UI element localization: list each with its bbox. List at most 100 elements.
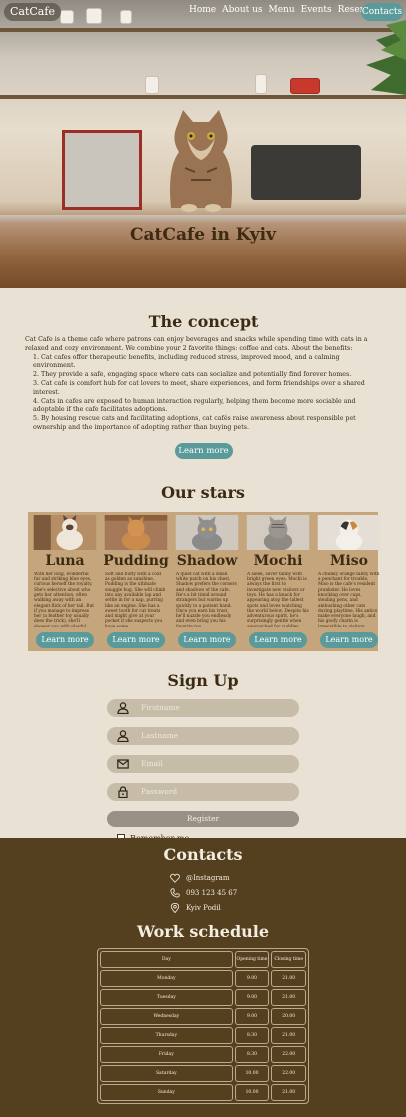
cat-photo-shadow [175, 514, 239, 550]
opening-cell: 10.00 [234, 1084, 270, 1101]
table-row: Friday 8.30 22.00 [100, 1046, 307, 1063]
nav-link-about-us[interactable]: About us [222, 5, 262, 15]
contact-instagram[interactable]: @Instagram [170, 870, 250, 885]
firstname-placeholder: Firstname [141, 702, 180, 712]
cat-card-miso: Miso A chunky orange tabby with a pencha… [316, 514, 382, 648]
cat-card-pudding: Pudding Soft and fluffy with a coat as g… [103, 514, 169, 648]
closing-cell: 21.00 [271, 1027, 307, 1044]
benefits-list: 1. Cat cafes offer therapeutic benefits,… [25, 354, 382, 433]
day-cell: Monday [100, 970, 233, 987]
table-row: Wednesday 9.00 20.00 [100, 1008, 307, 1025]
cat-description: Soft and fluffy with a coat as golden as… [105, 571, 166, 627]
cat-learn-more-button[interactable]: Learn more [320, 631, 378, 648]
stars-title: Our stars [161, 482, 245, 502]
cat-name: Pudding [103, 552, 169, 569]
top-navigation: CatCafe Home About us Menu Events Reserv… [0, 0, 406, 24]
signup-section: Sign Up Firstname Lastname Email Passwor… [0, 671, 406, 843]
password-field[interactable]: Password [107, 782, 299, 801]
coffee-machine-decoration [251, 145, 361, 200]
schedule-title: Work schedule [136, 922, 270, 941]
stars-section: Our stars Luna With her long, wonderful … [0, 483, 406, 651]
day-cell: Saturday [100, 1065, 233, 1082]
header-opening: Opening time [234, 951, 270, 968]
oven-decoration [62, 130, 142, 210]
user-icon [117, 702, 129, 714]
cat-name: Shadow [176, 552, 238, 569]
phone-icon [170, 887, 180, 898]
closing-cell: 22.00 [271, 1046, 307, 1063]
hero-title: CatCafe in Kyiv [130, 225, 276, 245]
cup-decoration [255, 74, 267, 94]
closing-cell: 22.00 [271, 1065, 307, 1082]
cat-description: With her long, wonderful fur and strikin… [34, 571, 94, 627]
cat-description: A quiet cat with a small white patch on … [176, 571, 237, 627]
contact-location[interactable]: Kyiv Podil [170, 900, 250, 915]
logo[interactable]: CatCafe [4, 3, 61, 21]
cat-photo-luna [33, 514, 97, 550]
list-item: 4. Cats in cafes are exposed to human in… [33, 397, 356, 414]
cat-cards: Luna With her long, wonderful fur and st… [28, 511, 381, 651]
concept-learn-more-button[interactable]: Learn more [174, 442, 233, 459]
table-row: Tuesday 9.00 21.00 [100, 989, 307, 1006]
cat-photo [170, 110, 232, 212]
header-day: Day [100, 951, 233, 968]
opening-cell: 9.00 [234, 989, 270, 1006]
cat-name: Miso [329, 552, 369, 569]
lastname-field[interactable]: Lastname [107, 726, 299, 745]
table-header-row: Day Opening time Closing time [100, 951, 307, 968]
closing-cell: 21.00 [271, 1084, 307, 1101]
list-item: 2. They provide a safe, engaging space w… [33, 371, 352, 379]
location-icon [170, 902, 180, 913]
closing-cell: 20.00 [271, 1008, 307, 1025]
cat-card-luna: Luna With her long, wonderful fur and st… [32, 514, 98, 648]
closing-cell: 21.00 [271, 989, 307, 1006]
cat-learn-more-button[interactable]: Learn more [36, 631, 94, 648]
contacts-section: Contacts @Instagram 093 123 45 67 Kyiv P… [0, 838, 406, 1117]
cat-card-mochi: Mochi A sleek, silver tabby with bright … [245, 514, 311, 648]
nav-link-home[interactable]: Home [189, 5, 216, 15]
list-item: 5. By housing rescue cats and facilitati… [33, 415, 356, 431]
firstname-field[interactable]: Firstname [107, 698, 299, 717]
concept-intro: Cat Cafe is a theme cafe where patrons c… [25, 336, 368, 352]
day-cell: Sunday [100, 1084, 233, 1101]
red-box-decoration [290, 78, 320, 94]
schedule-table: Day Opening time Closing time Monday 9.0… [97, 948, 309, 1104]
list-item: 3. Cat cafe is comfort hub for cat lover… [33, 379, 365, 396]
concept-title: The concept [148, 312, 259, 331]
plant-decoration [366, 20, 406, 95]
user-icon [117, 730, 129, 742]
table-row: Monday 9.00 21.00 [100, 970, 307, 987]
cat-card-shadow: Shadow A quiet cat with a small white pa… [174, 514, 240, 648]
cat-photo-miso [317, 514, 381, 550]
list-item: 1. Cat cafes offer therapeutic benefits,… [33, 353, 340, 370]
email-field[interactable]: Email [107, 754, 299, 773]
email-placeholder: Email [141, 758, 163, 768]
closing-cell: 21.00 [271, 970, 307, 987]
heart-icon [170, 873, 180, 883]
day-cell: Wednesday [100, 1008, 233, 1025]
contact-phone[interactable]: 093 123 45 67 [170, 885, 250, 900]
contacts-button[interactable]: Contacts [361, 3, 403, 21]
nav-link-menu[interactable]: Menu [269, 5, 295, 15]
opening-cell: 9.00 [234, 970, 270, 987]
cat-learn-more-button[interactable]: Learn more [107, 631, 165, 648]
register-button[interactable]: Register [107, 810, 299, 827]
table-row: Thursday 8.30 21.00 [100, 1027, 307, 1044]
mail-icon [117, 759, 129, 769]
cat-description: A sleek, silver tabby with bright green … [247, 571, 309, 627]
lock-icon [118, 786, 128, 798]
contact-location-text: Kyiv Podil [186, 903, 221, 912]
opening-cell: 10.00 [234, 1065, 270, 1082]
table-row: Saturday 10.00 22.00 [100, 1065, 307, 1082]
header-closing: Closing time [271, 951, 307, 968]
cat-learn-more-button[interactable]: Learn more [249, 631, 307, 648]
cat-photo-pudding [104, 514, 168, 550]
password-placeholder: Password [141, 786, 178, 796]
cat-learn-more-button[interactable]: Learn more [178, 631, 236, 648]
opening-cell: 9.00 [234, 1008, 270, 1025]
cat-name: Luna [45, 552, 85, 569]
nav-link-events[interactable]: Events [301, 5, 332, 15]
day-cell: Tuesday [100, 989, 233, 1006]
concept-section: The concept Cat Cafe is a theme cafe whe… [0, 288, 406, 459]
day-cell: Thursday [100, 1027, 233, 1044]
